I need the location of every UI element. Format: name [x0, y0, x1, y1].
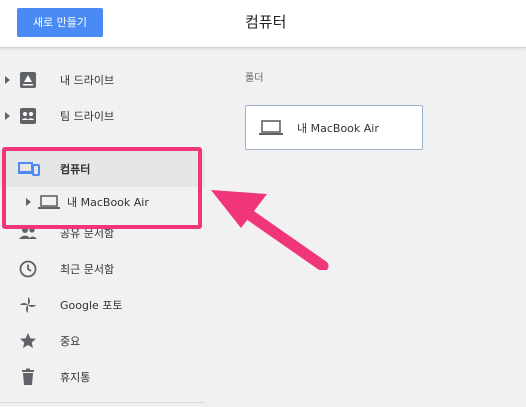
sidebar-item-label: 내 MacBook Air — [67, 196, 149, 209]
folder-card-label: 내 MacBook Air — [297, 122, 379, 135]
sidebar-item-label: 팀 드라이브 — [60, 110, 115, 123]
expand-arrow-icon[interactable] — [5, 76, 10, 84]
sidebar-divider — [0, 402, 205, 403]
clock-icon — [18, 259, 38, 279]
sidebar-item-computers[interactable]: 컴퓨터 — [0, 151, 205, 187]
sidebar-item-label: 컴퓨터 — [60, 163, 91, 176]
new-button[interactable]: 새로 만들기 — [17, 8, 103, 37]
photos-pinwheel-icon — [18, 295, 38, 315]
shared-people-icon — [18, 223, 38, 243]
sidebar-item-shared[interactable]: 공유 문서함 — [0, 215, 205, 251]
annotation-pointer-arrow — [211, 190, 329, 270]
sidebar-item-label: Google 포토 — [60, 299, 123, 312]
trash-icon — [18, 367, 38, 387]
sidebar-item-macbook-air[interactable]: 내 MacBook Air — [14, 187, 204, 217]
sidebar-item-label: 공유 문서함 — [60, 227, 115, 240]
page-title: 컴퓨터 — [245, 13, 287, 31]
sidebar-item-label: 내 드라이브 — [60, 74, 115, 87]
sidebar-item-recent[interactable]: 최근 문서함 — [0, 251, 205, 287]
sidebar-item-trash[interactable]: 휴지통 — [0, 359, 205, 395]
laptop-icon — [259, 119, 283, 137]
sidebar-item-label: 최근 문서함 — [60, 263, 115, 276]
drive-icon — [18, 70, 38, 90]
sidebar-item-team-drive[interactable]: 팀 드라이브 — [0, 98, 205, 134]
expand-arrow-icon[interactable] — [5, 112, 10, 120]
top-bar: 새로 만들기 컴퓨터 — [0, 0, 526, 48]
folder-card-macbook-air[interactable]: 내 MacBook Air — [245, 105, 423, 150]
sidebar-item-my-drive[interactable]: 내 드라이브 — [0, 62, 205, 98]
sidebar-item-starred[interactable]: 중요 — [0, 323, 205, 359]
star-icon — [18, 331, 38, 351]
computers-icon — [18, 159, 40, 179]
sidebar-item-google-photos[interactable]: Google 포토 — [0, 287, 205, 323]
expand-arrow-icon[interactable] — [26, 198, 31, 206]
sidebar: 내 드라이브 팀 드라이브 컴퓨터 내 MacBook Air 공유 문서함 최… — [0, 48, 205, 407]
section-label-folders: 폴더 — [245, 73, 264, 84]
laptop-icon — [38, 193, 60, 211]
sidebar-item-label: 중요 — [60, 335, 81, 348]
sidebar-item-label: 휴지통 — [60, 371, 91, 384]
team-drive-icon — [18, 106, 38, 126]
